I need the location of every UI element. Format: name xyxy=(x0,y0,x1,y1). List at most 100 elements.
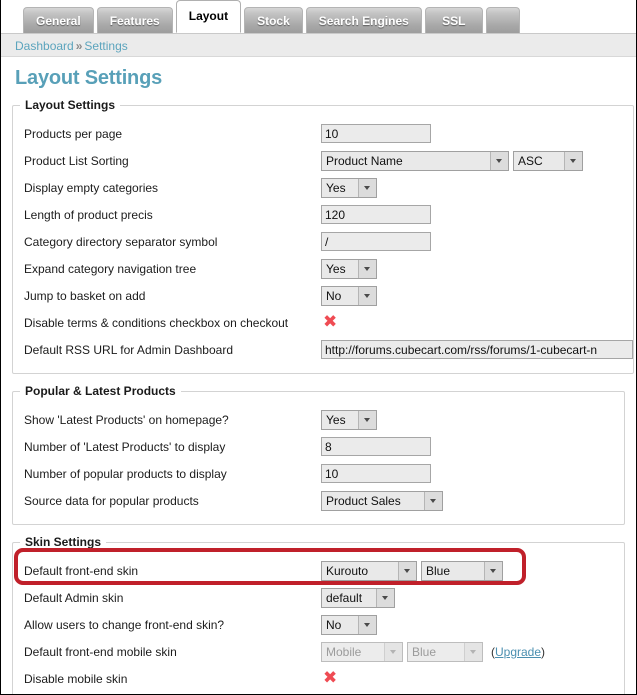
field-controls: 10 xyxy=(321,464,431,483)
select-dropdown[interactable]: No xyxy=(321,285,377,306)
select-dropdown[interactable]: Yes xyxy=(321,409,377,430)
field-label: Jump to basket on add xyxy=(24,288,146,303)
chevron-down-icon xyxy=(384,642,402,661)
field-label: Expand category navigation tree xyxy=(24,261,197,276)
select-value: Blue xyxy=(412,644,437,659)
breadcrumb-dashboard-link[interactable]: Dashboard xyxy=(15,39,74,53)
field-controls: 8 xyxy=(321,437,431,456)
form-row: Allow users to change front-end skin? No xyxy=(13,611,624,638)
select-dropdown[interactable]: ASC xyxy=(513,150,583,171)
form-row: Number of 'Latest Products' to display 8 xyxy=(13,433,624,460)
select-dropdown[interactable]: Product Sales xyxy=(321,490,443,511)
breadcrumb-settings-link[interactable]: Settings xyxy=(84,39,127,53)
field-label: Show 'Latest Products' on homepage? xyxy=(24,412,229,427)
field-controls: http://forums.cubecart.com/rss/forums/1-… xyxy=(321,340,633,359)
field-controls: Yes xyxy=(321,177,377,198)
fieldset-popular-latest-products: Popular & Latest Products Show 'Latest Pr… xyxy=(12,384,625,525)
select-value: Mobile xyxy=(326,644,362,659)
select-dropdown[interactable]: Yes xyxy=(321,258,377,279)
field-controls: ✖ xyxy=(321,314,337,331)
select-value: No xyxy=(326,617,342,632)
form-row: Product List Sorting Product Name ASC xyxy=(13,147,633,174)
field-controls: No xyxy=(321,614,377,635)
field-label: Number of popular products to display xyxy=(24,466,227,481)
tab-more[interactable] xyxy=(485,7,520,33)
chevron-down-icon xyxy=(398,561,416,580)
chevron-down-icon xyxy=(564,151,582,170)
select-value: default xyxy=(326,590,363,605)
cross-icon[interactable]: ✖ xyxy=(321,670,337,687)
field-controls: Kurouto Blue xyxy=(321,560,503,581)
chevron-down-icon xyxy=(424,491,442,510)
form-row: Show 'Latest Products' on homepage? Yes xyxy=(13,406,624,433)
field-label: Disable mobile skin xyxy=(24,671,128,686)
form-row: Default front-end skin Kurouto Blue xyxy=(13,557,624,584)
field-label: Source data for popular products xyxy=(24,493,199,508)
field-label: Product List Sorting xyxy=(24,153,129,168)
form-row: Jump to basket on add No xyxy=(13,282,633,309)
select-value: Yes xyxy=(326,180,346,195)
tab-stock[interactable]: Stock xyxy=(244,7,303,33)
text-input[interactable]: 10 xyxy=(321,124,431,143)
field-label: Default front-end mobile skin xyxy=(24,644,177,659)
text-input[interactable]: http://forums.cubecart.com/rss/forums/1-… xyxy=(321,340,633,359)
text-input[interactable]: 10 xyxy=(321,464,431,483)
form-row: Disable terms & conditions checkbox on c… xyxy=(13,309,633,336)
field-label: Products per page xyxy=(24,126,123,141)
select-dropdown[interactable]: Blue xyxy=(421,560,503,581)
field-controls: / xyxy=(321,232,431,251)
field-label: Default Admin skin xyxy=(24,590,124,605)
chevron-down-icon xyxy=(490,151,508,170)
form-row: Category directory separator symbol / xyxy=(13,228,633,255)
upgrade-suffix: ) xyxy=(541,644,546,659)
tab-search-engines[interactable]: Search Engines xyxy=(305,7,422,33)
select-dropdown[interactable]: Kurouto xyxy=(321,560,417,581)
select-value: ASC xyxy=(518,153,543,168)
breadcrumb-separator: » xyxy=(75,39,83,53)
tab-features[interactable]: Features xyxy=(96,7,173,33)
settings-tab-bar: General Features Layout Stock Search Engines… xyxy=(1,0,636,33)
chevron-down-icon xyxy=(358,286,376,305)
settings-page: General Features Layout Stock Search Engines… xyxy=(0,0,637,695)
fieldset-legend: Layout Settings xyxy=(25,98,116,112)
select-value: Yes xyxy=(326,412,346,427)
fieldset-skin-settings: Skin Settings Default front-end skin Kurou… xyxy=(12,535,625,694)
tab-layout[interactable]: Layout xyxy=(175,0,242,33)
select-value: Kurouto xyxy=(326,563,369,578)
upgrade-link[interactable]: Upgrade xyxy=(495,645,541,659)
field-controls: ✖ xyxy=(321,670,337,687)
cross-icon[interactable]: ✖ xyxy=(321,314,337,331)
fieldset-legend: Popular & Latest Products xyxy=(25,384,176,398)
chevron-down-icon xyxy=(358,178,376,197)
tab-list: General Features Layout Stock Search Engines… xyxy=(23,0,636,33)
select-dropdown[interactable]: Yes xyxy=(321,177,377,198)
field-controls: No xyxy=(321,285,377,306)
text-input[interactable]: 8 xyxy=(321,437,431,456)
form-row: Default RSS URL for Admin Dashboard http:… xyxy=(13,336,633,363)
select-dropdown[interactable]: Product Name xyxy=(321,150,509,171)
field-label: Disable terms & conditions checkbox on c… xyxy=(24,315,289,330)
field-controls: default xyxy=(321,587,395,608)
field-label: Length of product precis xyxy=(24,207,153,222)
select-dropdown: Mobile xyxy=(321,641,403,662)
select-value: Product Sales xyxy=(326,493,401,508)
select-value: No xyxy=(326,288,342,303)
chevron-down-icon xyxy=(358,259,376,278)
tab-general[interactable]: General xyxy=(23,7,94,33)
select-value: Product Name xyxy=(326,153,403,168)
field-label: Default RSS URL for Admin Dashboard xyxy=(24,342,233,357)
tab-ssl[interactable]: SSL xyxy=(424,7,483,33)
settings-form: Layout Settings Products per page 10 Produc… xyxy=(1,98,636,694)
field-label: Allow users to change front-end skin? xyxy=(24,617,225,632)
chevron-down-icon xyxy=(358,410,376,429)
text-input[interactable]: 120 xyxy=(321,205,431,224)
form-row: Default Admin skin default xyxy=(13,584,624,611)
select-dropdown[interactable]: No xyxy=(321,614,377,635)
select-dropdown[interactable]: default xyxy=(321,587,395,608)
form-row: Length of product precis 120 xyxy=(13,201,633,228)
field-controls: Yes xyxy=(321,258,377,279)
field-controls: Product Sales xyxy=(321,490,443,511)
text-input[interactable]: / xyxy=(321,232,431,251)
field-label: Display empty categories xyxy=(24,180,159,195)
field-label: Category directory separator symbol xyxy=(24,234,218,249)
